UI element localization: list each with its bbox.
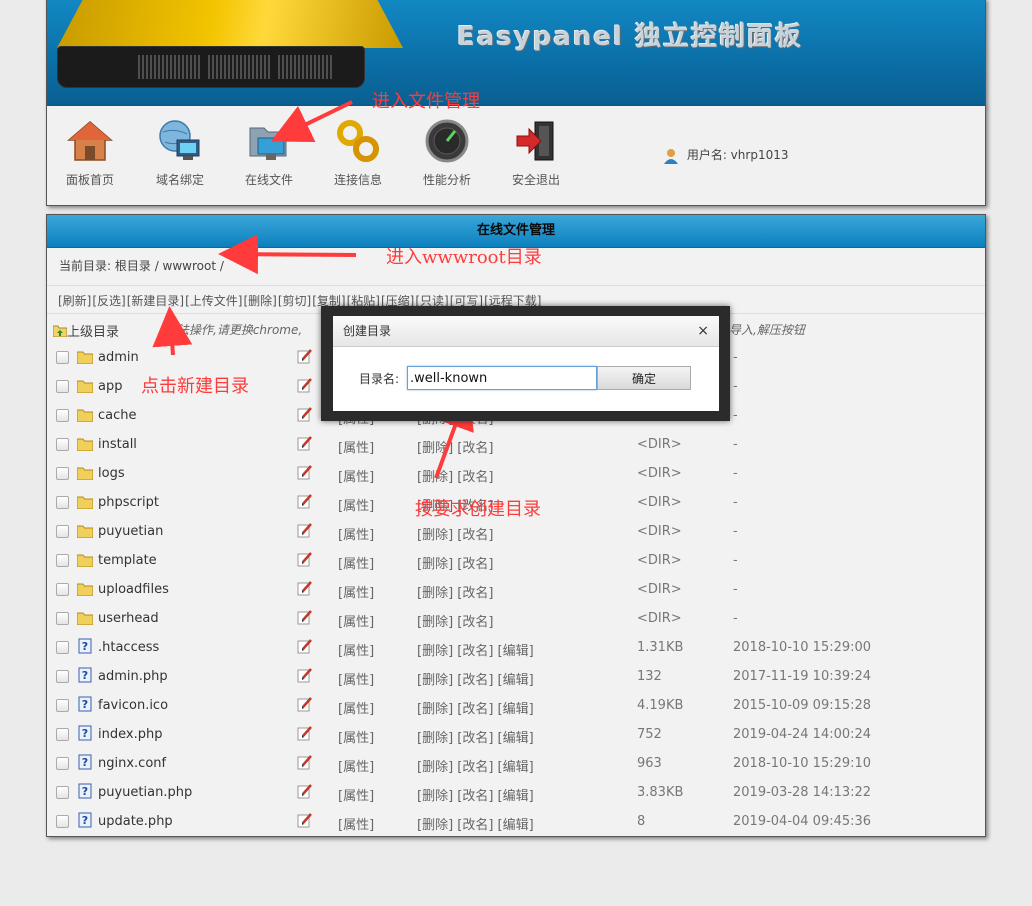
arrow-to-wwwroot	[218, 234, 357, 275]
arrow-to-new-dir	[152, 306, 193, 356]
dir-name-label: 目录名:	[359, 372, 400, 386]
note-enter-wwwroot: 进入wwwroot目录	[386, 247, 542, 268]
close-icon[interactable]: ×	[697, 316, 709, 346]
annotation-arrows	[152, 100, 474, 479]
confirm-button[interactable]: 确定	[597, 366, 691, 390]
create-dir-dialog: 创建目录 × 目录名: 确定	[321, 306, 730, 421]
dir-name-input[interactable]	[407, 366, 597, 390]
note-create-dir: 按要求创建目录	[415, 499, 541, 520]
dialog-header: 创建目录 ×	[333, 316, 719, 347]
arrow-to-files	[270, 100, 353, 142]
dialog-title: 创建目录	[343, 324, 392, 338]
note-click-new-dir: 点击新建目录	[141, 376, 249, 397]
note-enter-file-manager: 进入文件管理	[372, 91, 480, 112]
